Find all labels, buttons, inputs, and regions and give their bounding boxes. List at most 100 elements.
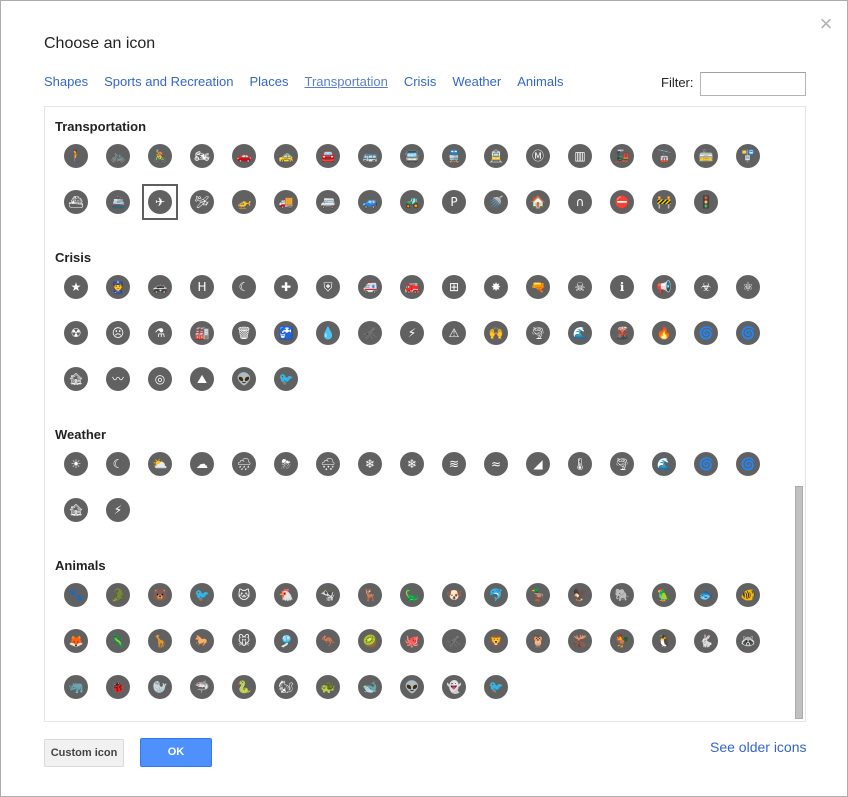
earthquake-icon[interactable]: 〰 (106, 367, 130, 391)
tab-weather[interactable]: Weather (452, 74, 501, 92)
tram-icon[interactable]: 🚊 (484, 144, 508, 168)
flood-icon[interactable]: 🏚 (64, 367, 88, 391)
hiker-icon[interactable]: 🚶 (64, 144, 88, 168)
megaphone-icon[interactable]: 📢 (652, 275, 676, 299)
tsunami-icon[interactable]: 🌊 (568, 321, 592, 345)
squirrel-icon[interactable]: 🐿 (274, 675, 298, 699)
target-icon[interactable]: ◎ (148, 367, 172, 391)
hurricane-weather-icon[interactable]: 🌀 (694, 452, 718, 476)
filter-input[interactable] (700, 72, 806, 96)
shark-icon[interactable]: 🦈 (190, 675, 214, 699)
construction-icon[interactable]: 🚧 (652, 190, 676, 214)
fire-truck-icon[interactable]: 🚒 (400, 275, 424, 299)
dead-bird-icon[interactable]: 🐦 (274, 367, 298, 391)
horse-icon[interactable]: 🐎 (190, 629, 214, 653)
cyclist-icon[interactable]: 🚴 (148, 144, 172, 168)
cat-icon[interactable]: 🐱 (232, 583, 256, 607)
car-wash-icon[interactable]: 🚿 (484, 190, 508, 214)
helicopter-icon[interactable]: 🚁 (232, 190, 256, 214)
lightning-icon[interactable]: ⚡ (106, 498, 130, 522)
hurricane-icon[interactable]: 🌀 (694, 321, 718, 345)
lion-icon[interactable]: 🦁 (484, 629, 508, 653)
elephant-icon[interactable]: 🐘 (610, 583, 634, 607)
ghost-icon[interactable]: 👻 (442, 675, 466, 699)
info-person-icon[interactable]: ℹ (610, 275, 634, 299)
insect-icon[interactable]: 🦟 (442, 629, 466, 653)
fog-icon[interactable]: ≋ (442, 452, 466, 476)
police-car-icon[interactable]: 🚓 (148, 275, 172, 299)
close-icon[interactable]: × (817, 13, 835, 35)
fish-icon[interactable]: 🐟 (694, 583, 718, 607)
red-cross-icon[interactable]: ✚ (274, 275, 298, 299)
motorcycle-icon[interactable]: 🏍 (190, 144, 214, 168)
mouse-icon[interactable]: 🐭 (232, 629, 256, 653)
rabbit-icon[interactable]: 🐇 (694, 629, 718, 653)
eagle-icon[interactable]: 🦅 (568, 583, 592, 607)
thunderstorm-icon[interactable]: ⛈ (274, 452, 298, 476)
flask-icon[interactable]: ⚗ (148, 321, 172, 345)
electric-icon[interactable]: ⚡ (400, 321, 424, 345)
alien-animal-icon[interactable]: 👽 (400, 675, 424, 699)
ambulance-icon[interactable]: 🚑 (358, 275, 382, 299)
whale-icon[interactable]: 🐋 (358, 675, 382, 699)
scrollbar-thumb[interactable] (795, 486, 803, 719)
sick-bird-icon[interactable]: 🐦 (484, 675, 508, 699)
wind-icon[interactable]: ≈ (484, 452, 508, 476)
penguin-icon[interactable]: 🐧 (652, 629, 676, 653)
tab-sports-and-recreation[interactable]: Sports and Recreation (104, 74, 233, 92)
metro-icon[interactable]: Ⓜ (526, 144, 550, 168)
camper-icon[interactable]: 🚙 (358, 190, 382, 214)
ok-button[interactable]: OK (140, 738, 212, 767)
see-older-icons-link[interactable]: See older icons (710, 739, 807, 755)
thermometer-icon[interactable]: 🌡 (568, 452, 592, 476)
shield-cross-icon[interactable]: ⛨ (316, 275, 340, 299)
poison-icon[interactable]: ☠ (568, 275, 592, 299)
moon-cloud-icon[interactable]: ☾ (106, 452, 130, 476)
fire-icon[interactable]: 🔥 (652, 321, 676, 345)
dolphin-icon[interactable]: 🐬 (484, 583, 508, 607)
owl-icon[interactable]: 🦉 (526, 629, 550, 653)
snake-icon[interactable]: 🐍 (232, 675, 256, 699)
tractor-icon[interactable]: 🚜 (400, 190, 424, 214)
octopus-icon[interactable]: 🐙 (400, 629, 424, 653)
dog-icon[interactable]: 🐶 (442, 583, 466, 607)
fox-icon[interactable]: 🦊 (64, 629, 88, 653)
hospital-icon[interactable]: H (190, 275, 214, 299)
turtle-icon[interactable]: 🐢 (316, 675, 340, 699)
road-closed-icon[interactable]: ⛔ (610, 190, 634, 214)
gun-icon[interactable]: 🔫 (526, 275, 550, 299)
duck-icon[interactable]: 🦆 (526, 583, 550, 607)
tunnel-icon[interactable]: ∩ (568, 190, 592, 214)
volcano-icon[interactable]: 🌋 (610, 321, 634, 345)
cable-car-icon[interactable]: 🚡 (652, 144, 676, 168)
paw-icon[interactable]: 🐾 (64, 583, 88, 607)
taxi-icon[interactable]: 🚕 (274, 144, 298, 168)
snowflake-icon[interactable]: ❄ (400, 452, 424, 476)
tornado-weather-icon[interactable]: 🌪 (610, 452, 634, 476)
bus-icon[interactable]: 🚌 (358, 144, 382, 168)
gecko-icon[interactable]: 🦎 (106, 629, 130, 653)
parking-icon[interactable]: P (442, 190, 466, 214)
car-icon[interactable]: 🚗 (232, 144, 256, 168)
trash-icon[interactable]: 🗑 (232, 321, 256, 345)
cyclone-icon[interactable]: 🌀 (736, 321, 760, 345)
drizzle-icon[interactable]: ☁ (190, 452, 214, 476)
crocodile-icon[interactable]: 🐊 (106, 583, 130, 607)
police-badge-icon[interactable]: ★ (64, 275, 88, 299)
kangaroo-icon[interactable]: 🦘 (316, 629, 340, 653)
car-front-icon[interactable]: 🚘 (316, 144, 340, 168)
radiation-icon[interactable]: ☢ (64, 321, 88, 345)
ferry-icon[interactable]: ⛴ (64, 190, 88, 214)
streetcar-icon[interactable]: 🚋 (694, 144, 718, 168)
rail-track-icon[interactable]: ▥ (568, 144, 592, 168)
biohazard-icon[interactable]: ☣ (694, 275, 718, 299)
bicycle-icon[interactable]: 🚲 (106, 144, 130, 168)
cyclone-weather-icon[interactable]: 🌀 (736, 452, 760, 476)
wave-icon[interactable]: 🌊 (652, 452, 676, 476)
truck-icon[interactable]: 🚚 (274, 190, 298, 214)
custom-icon-button[interactable]: Custom icon (44, 739, 124, 767)
traffic-light-icon[interactable]: 🚦 (694, 190, 718, 214)
cow-icon[interactable]: 🐄 (316, 583, 340, 607)
deer-icon[interactable]: 🦌 (358, 583, 382, 607)
sun-icon[interactable]: ☀ (64, 452, 88, 476)
